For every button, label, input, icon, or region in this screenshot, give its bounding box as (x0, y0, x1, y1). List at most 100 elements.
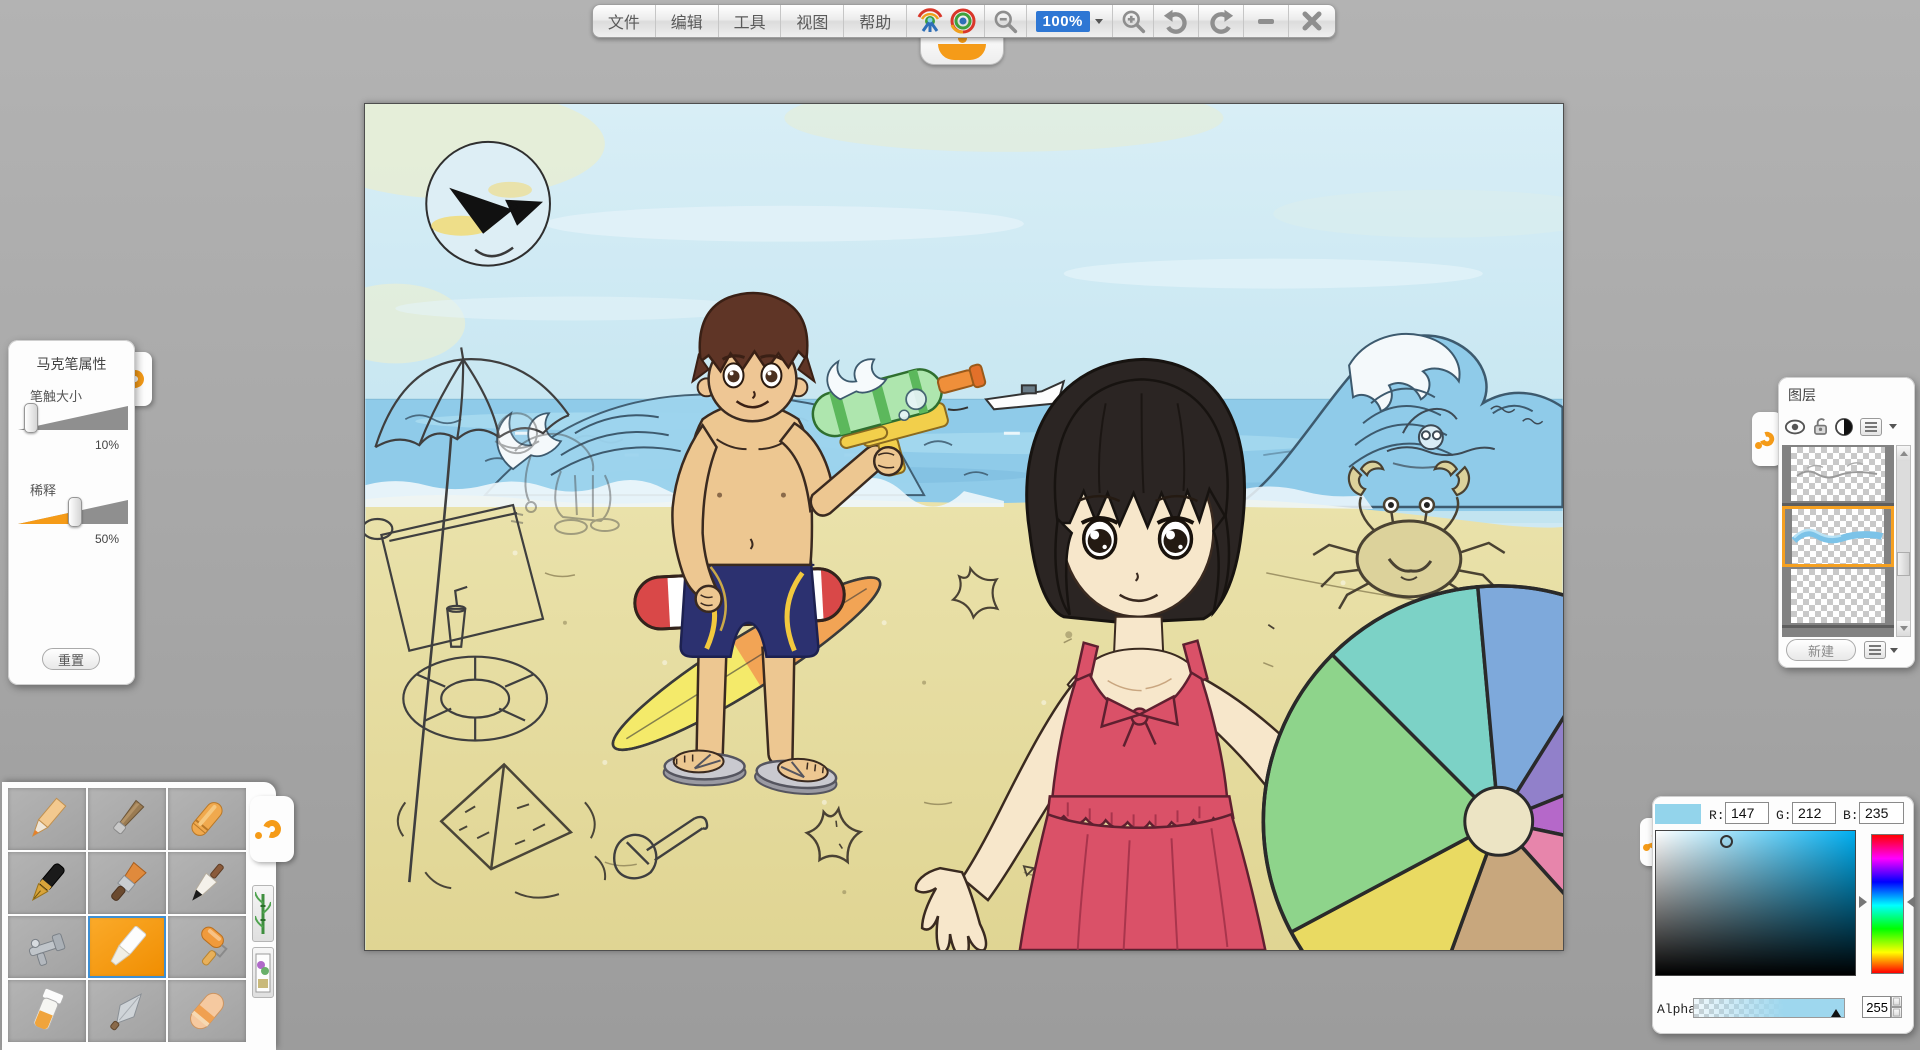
undo-button[interactable] (1154, 5, 1199, 37)
tool-crayon[interactable] (168, 788, 246, 850)
tool-paint-bottle[interactable] (8, 980, 86, 1042)
undo-icon (1162, 8, 1190, 34)
unlock-icon[interactable] (1813, 417, 1828, 436)
zoom-in-icon (1120, 8, 1146, 34)
current-color-swatch (1655, 804, 1701, 824)
picture-icon (255, 953, 271, 993)
main-toolbar: 文件 编辑 工具 视图 帮助 (592, 4, 1336, 38)
alpha-label: Alpha (1657, 1002, 1696, 1017)
reset-button[interactable]: 重置 (42, 648, 100, 670)
marker-properties-panel: 马克笔属性 笔触大小 10% 稀释 50% 重置 (8, 340, 135, 685)
layer-options-caret-icon[interactable] (1890, 648, 1898, 653)
layer-row-bottom[interactable] (1782, 567, 1894, 628)
scroll-down-button[interactable] (1897, 621, 1910, 636)
menu-file[interactable]: 文件 (593, 5, 656, 37)
saturation-value-field[interactable] (1655, 830, 1856, 976)
tool-ink-brush[interactable] (168, 852, 246, 914)
menu-view[interactable]: 视图 (781, 5, 844, 37)
zoom-out-button[interactable] (985, 5, 1027, 37)
picture-stamp-button[interactable] (252, 947, 274, 998)
redo-button[interactable] (1199, 5, 1244, 37)
tool-airbrush[interactable] (8, 916, 86, 978)
layers-toolbar (1784, 417, 1897, 436)
red-input[interactable] (1725, 802, 1769, 824)
drawing-canvas[interactable] (364, 103, 1564, 951)
menu-tools[interactable]: 工具 (719, 5, 782, 37)
canvas-artwork[interactable] (365, 104, 1563, 950)
zoom-out-icon (992, 8, 1018, 34)
zoom-in-button[interactable] (1113, 5, 1155, 37)
alpha-gradient (1694, 999, 1844, 1017)
zoom-dropdown-caret-icon[interactable] (1095, 19, 1103, 24)
orange-dot-icon (1643, 844, 1650, 851)
marker-panel-title: 马克笔属性 (8, 354, 135, 374)
color-picker-panel: R: G: B: Alpha (1652, 796, 1914, 1034)
layers-panel-title: 图层 (1788, 385, 1816, 405)
layer-row-wave-selected[interactable] (1782, 506, 1894, 567)
orange-dot-icon (255, 832, 262, 839)
scrollbar-thumb[interactable] (1897, 552, 1910, 576)
app-logo-figure-icon[interactable] (915, 7, 945, 35)
alpha-decrement-button[interactable] (1891, 1007, 1902, 1018)
layers-panel: 图层 (1778, 377, 1915, 668)
brush-size-slider-handle[interactable] (24, 403, 38, 433)
hue-slider[interactable] (1871, 834, 1904, 974)
new-layer-button[interactable]: 新建 (1786, 639, 1856, 661)
orange-dot-icon (1755, 442, 1762, 449)
red-label: R: (1709, 808, 1725, 823)
layer-list (1782, 445, 1894, 637)
layer-options-button[interactable] (1864, 641, 1886, 659)
tool-grid (8, 788, 248, 1042)
alpha-slider[interactable] (1693, 998, 1845, 1018)
scroll-up-button[interactable] (1897, 446, 1910, 461)
alpha-marker-icon[interactable] (1831, 1009, 1841, 1017)
app-logo-buttons (907, 5, 985, 37)
blend-halfmoon-icon[interactable] (1835, 418, 1853, 436)
blue-input[interactable] (1859, 802, 1904, 824)
hue-marker-left-icon[interactable] (1859, 896, 1867, 908)
brush-size-label: 笔触大小 (30, 386, 82, 405)
orange-c-icon (260, 817, 284, 841)
dilution-value: 50% (95, 532, 119, 546)
bamboo-icon (255, 891, 271, 937)
tool-palette-tab[interactable] (250, 796, 294, 862)
minimize-button[interactable] (1244, 5, 1289, 37)
layers-scrollbar[interactable] (1896, 445, 1911, 637)
application-window: { "menubar": { "items": ["文件", "编辑", "工具… (0, 0, 1920, 1050)
layers-menu-caret-icon[interactable] (1889, 424, 1897, 429)
dilution-label: 稀释 (30, 480, 56, 499)
menu-help[interactable]: 帮助 (844, 5, 907, 37)
tool-colored-pencil[interactable] (8, 788, 86, 850)
layers-bottom-menu (1864, 641, 1898, 659)
green-input[interactable] (1792, 802, 1836, 824)
zoom-level-value[interactable]: 100% (1036, 11, 1090, 32)
close-button[interactable] (1289, 5, 1335, 37)
alpha-input[interactable] (1862, 996, 1891, 1018)
redo-icon (1207, 8, 1235, 34)
layer-row-sketch[interactable] (1782, 445, 1894, 506)
app-logo-swirl-icon[interactable] (949, 7, 977, 35)
layers-menu-button[interactable] (1860, 418, 1882, 436)
bamboo-stamp-button[interactable] (252, 885, 274, 942)
menu-edit[interactable]: 编辑 (656, 5, 719, 37)
tool-fountain-pen[interactable] (8, 852, 86, 914)
tool-eraser[interactable] (168, 980, 246, 1042)
tool-marker[interactable] (88, 916, 166, 978)
tool-paint-brush[interactable] (88, 852, 166, 914)
hue-marker-right-icon[interactable] (1907, 896, 1915, 908)
tool-palette-knife[interactable] (88, 980, 166, 1042)
tool-charcoal-pencil[interactable] (88, 788, 166, 850)
minimize-icon (1254, 9, 1278, 33)
sun-with-sunglasses (426, 142, 550, 266)
brush-size-value: 10% (95, 438, 119, 452)
tool-paint-roller[interactable] (168, 916, 246, 978)
alpha-increment-button[interactable] (1891, 996, 1902, 1007)
zoom-level-control[interactable]: 100% (1027, 5, 1113, 37)
layer-thumbnail-sketch (1791, 447, 1885, 501)
dilution-slider-handle[interactable] (68, 497, 82, 527)
clown-smile-icon (938, 44, 986, 60)
layer-thumbnail-wave (1792, 509, 1884, 564)
blue-label: B: (1843, 808, 1859, 823)
color-cursor[interactable] (1720, 835, 1733, 848)
visibility-eye-icon[interactable] (1784, 419, 1806, 435)
